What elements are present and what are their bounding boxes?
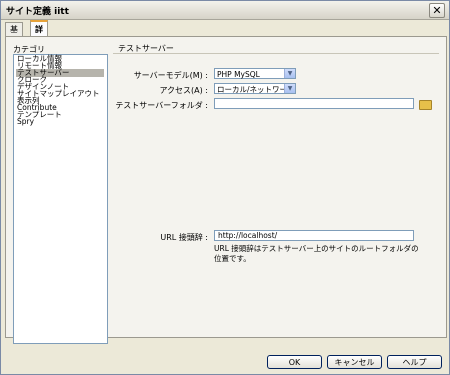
- chevron-down-icon: ▼: [284, 69, 295, 78]
- testing-folder-input[interactable]: [214, 98, 414, 109]
- site-definition-dialog: サイト定義 iitt ✕ 基本 詳細設定 カテゴリ ローカル情報 リモート情報 …: [0, 0, 450, 375]
- close-icon[interactable]: ✕: [429, 3, 445, 18]
- access-label: アクセス(A) :: [159, 86, 208, 95]
- folder-icon[interactable]: [419, 100, 432, 110]
- access-value: ローカル/ネットワーク: [217, 85, 295, 94]
- title-bar: サイト定義 iitt ✕: [1, 1, 449, 20]
- url-prefix-help: URL 接頭辞はテストサーバー上のサイトのルートフォルダの位置です。: [214, 244, 419, 263]
- server-model-value: PHP MySQL: [217, 70, 260, 79]
- access-select[interactable]: ローカル/ネットワーク ▼: [214, 83, 296, 94]
- url-prefix-input[interactable]: http://localhost/: [214, 230, 414, 241]
- category-item-spry[interactable]: Spry: [16, 118, 34, 126]
- section-divider: [113, 53, 439, 54]
- tab-basic[interactable]: 基本: [5, 22, 23, 47]
- category-list[interactable]: ローカル情報 リモート情報 テストサーバー クローク デザインノート サイトマッ…: [13, 54, 108, 344]
- url-prefix-label: URL 接頭辞 :: [160, 233, 208, 242]
- help-button[interactable]: ヘルプ: [387, 355, 442, 369]
- testing-folder-label: テストサーバーフォルダ :: [115, 101, 208, 110]
- cancel-button[interactable]: キャンセル: [327, 355, 382, 369]
- server-model-label: サーバーモデル(M) :: [133, 71, 208, 80]
- ok-button[interactable]: OK: [267, 355, 322, 369]
- server-model-select[interactable]: PHP MySQL ▼: [214, 68, 296, 79]
- chevron-down-icon: ▼: [284, 84, 295, 93]
- window-title: サイト定義 iitt: [6, 7, 69, 17]
